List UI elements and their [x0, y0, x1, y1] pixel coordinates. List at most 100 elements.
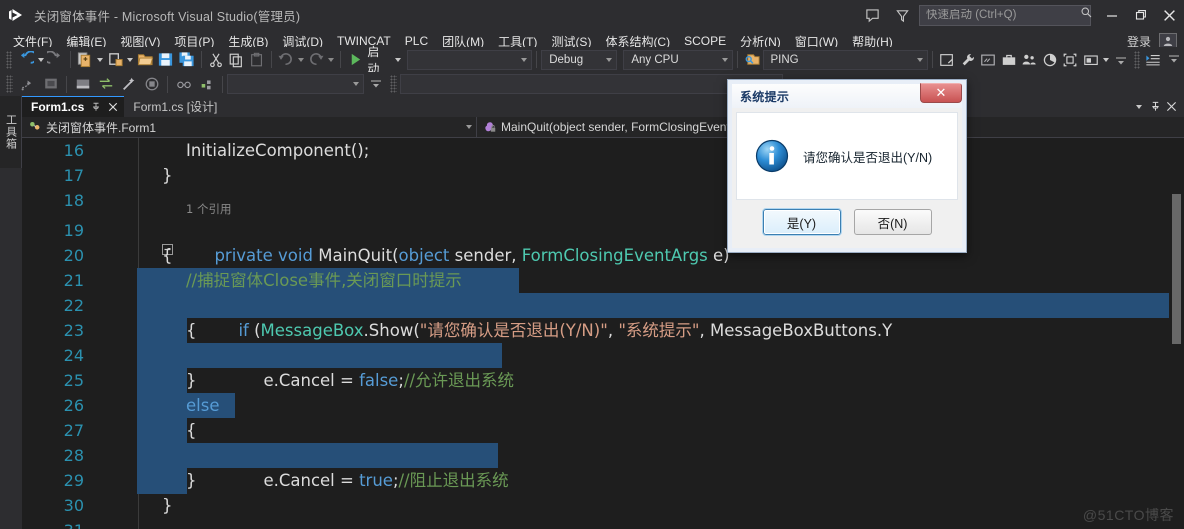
dialog-title: 系统提示	[740, 89, 790, 104]
line-number: 25	[63, 371, 84, 390]
redo-dropdown[interactable]	[326, 49, 336, 71]
line-number: 23	[63, 321, 84, 340]
code-editor[interactable]: 16 InitializeComponent(); 17 } 18 1 个引用 …	[22, 138, 1184, 529]
target-system-icon[interactable]	[742, 49, 762, 71]
solution-platform-combo[interactable]: Any CPU	[623, 49, 734, 70]
pin-icon[interactable]	[91, 102, 101, 112]
code-line-26: 26 else	[22, 393, 1184, 419]
code-area[interactable]: 16 InitializeComponent(); 17 } 18 1 个引用 …	[22, 138, 1184, 529]
tab-form1-cs[interactable]: Form1.cs	[22, 96, 125, 117]
code-line-17: 17 }	[22, 163, 1184, 188]
frame-select-icon[interactable]	[1060, 49, 1080, 71]
toolbar2-grip-2[interactable]	[390, 75, 397, 93]
window-close-icon[interactable]	[1163, 96, 1179, 117]
scrollbar-thumb[interactable]	[1172, 194, 1181, 344]
dialog-footer: 是(Y) 否(N)	[736, 200, 958, 244]
toolbar-separator-7	[932, 51, 934, 68]
start-dropdown[interactable]	[393, 49, 403, 71]
tools-wrench-icon[interactable]	[958, 49, 978, 71]
toolbar-separator-4	[340, 51, 341, 68]
cut-icon[interactable]	[205, 49, 225, 71]
undo-dropdown[interactable]	[296, 49, 306, 71]
save-icon[interactable]	[156, 49, 176, 71]
quick-launch-box[interactable]	[919, 4, 1092, 26]
dialog-no-button[interactable]: 否(N)	[853, 209, 932, 235]
navbar-type-dropdown[interactable]: 关闭窗体事件.Form1	[22, 117, 476, 138]
debug-combo-1[interactable]	[227, 74, 364, 94]
navigate-back-dropdown[interactable]	[36, 49, 46, 71]
activate-configuration-icon[interactable]	[937, 49, 957, 71]
indent-blue-icon[interactable]	[1143, 49, 1163, 71]
navigate-back-icon[interactable]	[15, 49, 35, 71]
line-number: 16	[63, 141, 84, 160]
code-line-22: 22 if (MessageBox.Show("请您确认是否退出(Y/N)", …	[22, 293, 1184, 340]
copy-icon[interactable]	[226, 49, 246, 71]
target-system-value: PING	[770, 53, 799, 66]
codelens-reference[interactable]: 1 个引用	[22, 200, 1184, 218]
glasses-view-icon	[172, 73, 195, 95]
line-number: 24	[63, 346, 84, 365]
toolbar2-grip[interactable]	[6, 75, 13, 93]
new-item-icon[interactable]	[105, 49, 125, 71]
standard-toolbar: 启动 Debug Any CPU PING	[0, 45, 1184, 76]
code-line-27: 27 {	[22, 418, 1184, 444]
feedback-icon[interactable]	[857, 0, 887, 30]
open-file-icon[interactable]	[135, 49, 155, 71]
code-line-19: 19 private void MainQuit(object sender, …	[22, 218, 1184, 265]
paste-icon	[246, 49, 266, 71]
tab-form1-cs-design[interactable]: Form1.cs [设计]	[124, 96, 223, 117]
toolbox-case-icon[interactable]	[999, 49, 1019, 71]
code-line-16: 16 InitializeComponent();	[22, 138, 1184, 163]
tab-close-icon[interactable]	[108, 102, 118, 112]
system-prompt-dialog[interactable]: 系统提示 ✕ 请您确认是否退出(Y/N) 是(Y) 否(N)	[727, 79, 967, 253]
new-item-dropdown[interactable]	[125, 49, 135, 71]
save-all-icon[interactable]	[176, 49, 196, 71]
startup-project-combo[interactable]	[406, 49, 533, 70]
navigate-forward-icon[interactable]	[45, 49, 65, 71]
debug-combo-2[interactable]	[400, 74, 783, 94]
sidebar-item-toolbox[interactable]: 工具箱	[0, 96, 22, 168]
target-system-combo[interactable]: PING	[762, 49, 929, 70]
breadcrumb: 关闭窗体事件.Form1 MainQuit(object sender, For…	[22, 116, 1184, 138]
dialog-body: 请您确认是否退出(Y/N)	[736, 112, 958, 200]
toolbar-separator-2	[200, 51, 202, 68]
restore-icon[interactable]	[1126, 0, 1155, 30]
notification-funnel-icon[interactable]	[887, 0, 917, 30]
toolbar-overflow-icon-2[interactable]	[1164, 49, 1184, 71]
quick-launch-input[interactable]	[926, 9, 1080, 21]
step-into-icon	[16, 73, 39, 95]
line-text: {	[162, 246, 173, 265]
new-project-dropdown[interactable]	[95, 49, 105, 71]
line-number: 28	[63, 446, 84, 465]
magic-wand-icon	[117, 73, 140, 95]
solution-configuration-value: Debug	[549, 53, 584, 66]
start-play-icon[interactable]	[345, 49, 365, 71]
toolbar-overflow-icon[interactable]	[1111, 49, 1131, 71]
team-members-icon[interactable]	[1019, 49, 1039, 71]
new-project-icon[interactable]	[75, 49, 95, 71]
close-icon[interactable]	[1155, 0, 1184, 30]
tab-list-dropdown-icon[interactable]	[1131, 96, 1147, 117]
dialog-close-icon[interactable]: ✕	[920, 83, 962, 103]
plc-window-icon[interactable]	[978, 49, 998, 71]
window-layout-icon[interactable]	[1080, 49, 1100, 71]
minimize-icon[interactable]	[1097, 0, 1126, 30]
fold-toggle-icon[interactable]	[110, 218, 174, 255]
dialog-yes-button[interactable]: 是(Y)	[761, 208, 842, 236]
toolbar2-separator-2	[167, 75, 168, 93]
window-pin-icon[interactable]	[1147, 96, 1163, 117]
toolbar-grip[interactable]	[6, 50, 13, 69]
toolbar2-overflow-icon[interactable]	[364, 73, 387, 95]
line-number: 29	[63, 471, 84, 490]
information-icon	[755, 139, 789, 173]
window-title: 关闭窗体事件 - Microsoft Visual Studio(管理员)	[34, 9, 301, 24]
toolbar-grip-2[interactable]	[1133, 50, 1141, 69]
line-number: 19	[63, 221, 84, 240]
solution-configuration-combo[interactable]: Debug	[541, 49, 618, 70]
tab-form1-cs-design-label: Form1.cs [设计]	[133, 100, 218, 114]
editor-vertical-scrollbar[interactable]	[1169, 138, 1184, 529]
window-layout-dropdown[interactable]	[1101, 49, 1111, 71]
scope-chart-icon[interactable]	[1039, 49, 1059, 71]
code-line-31: 31	[22, 518, 1184, 529]
tabstrip-controls	[1131, 96, 1184, 117]
